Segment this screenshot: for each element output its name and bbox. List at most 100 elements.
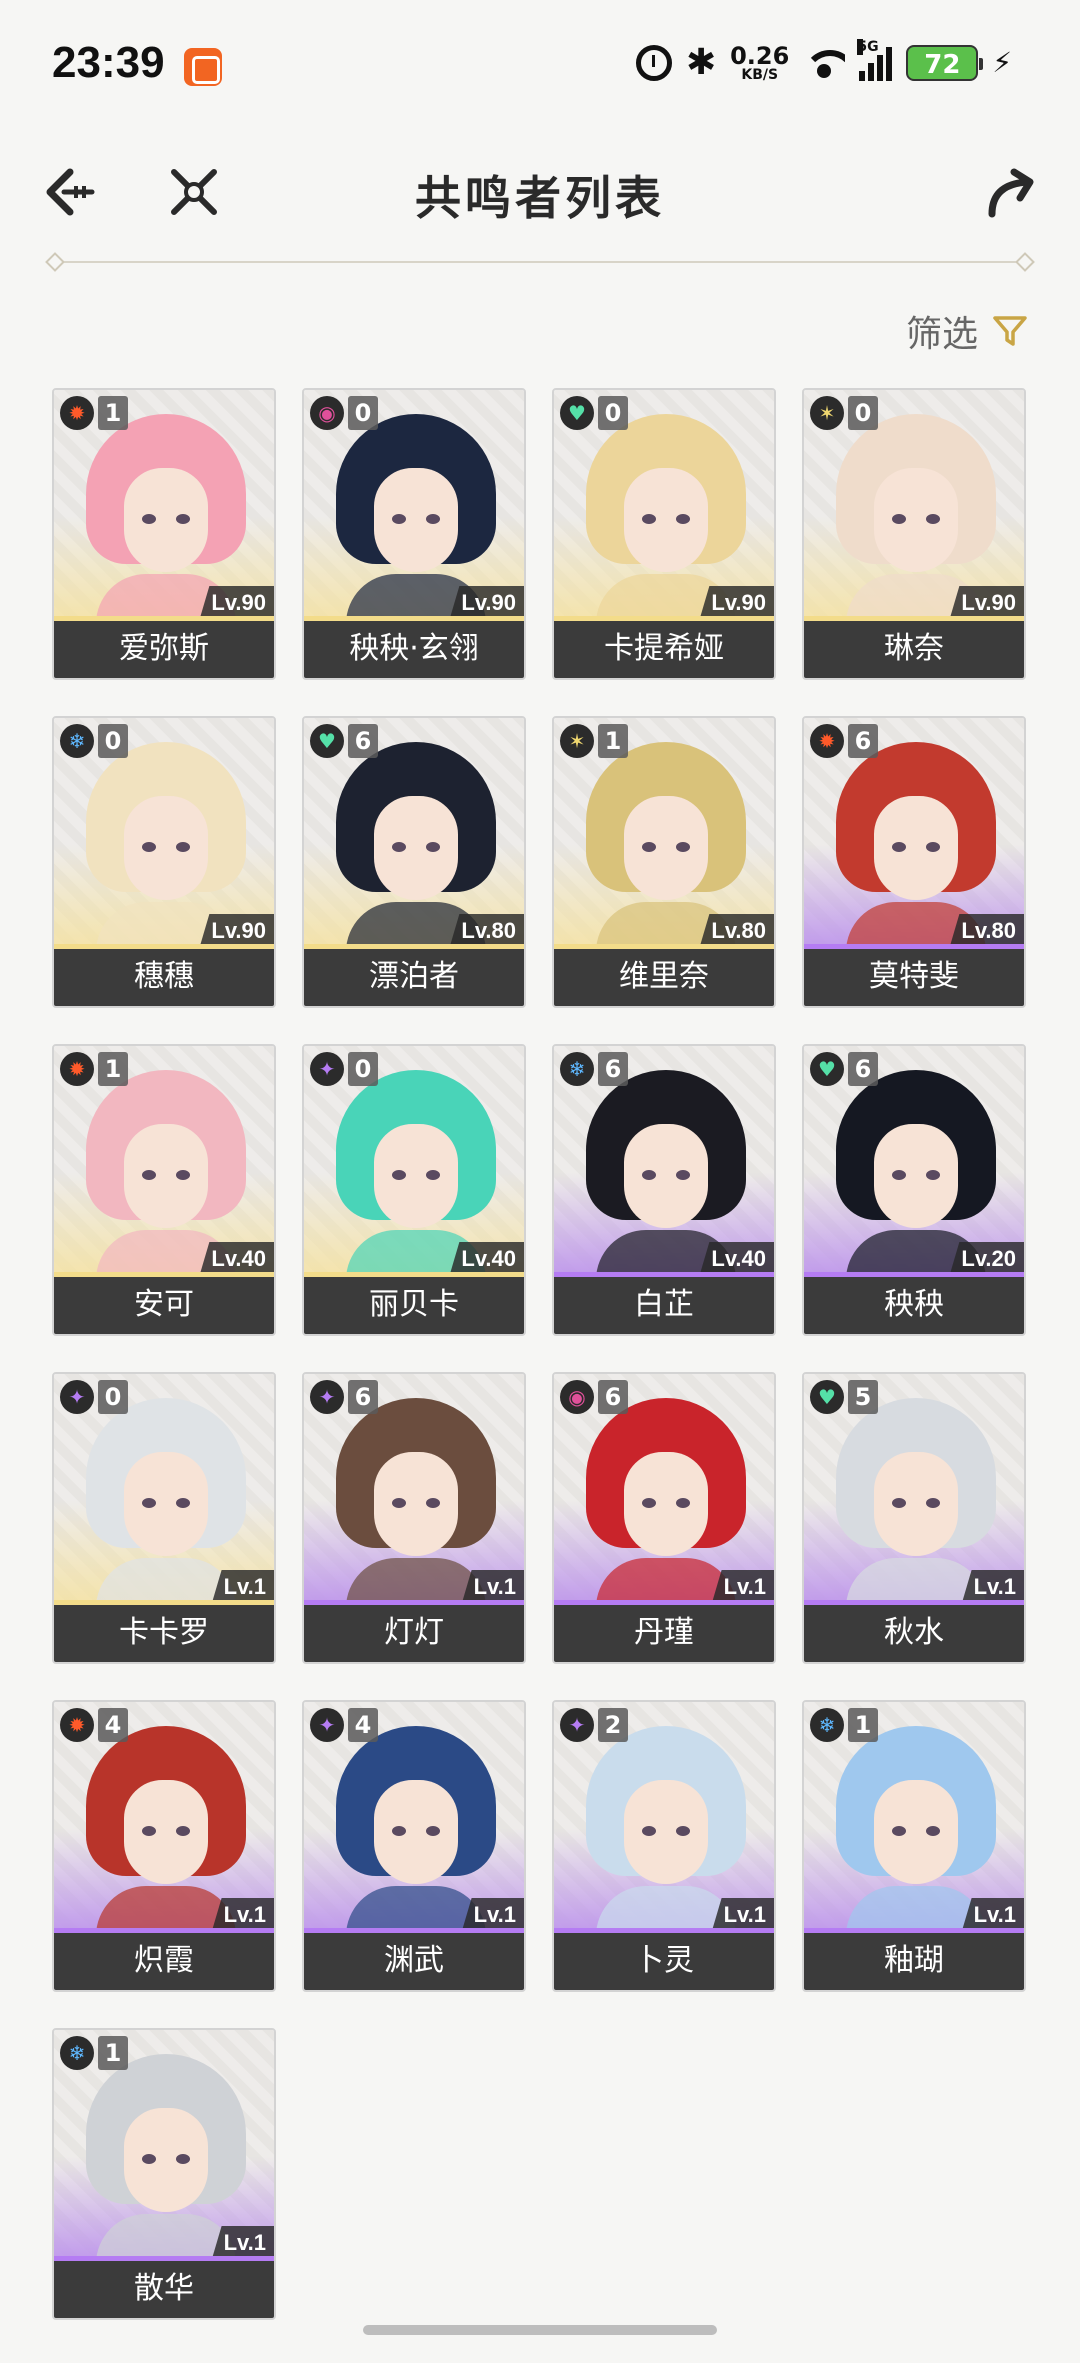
resonance-chain-badge: 1 xyxy=(98,1052,128,1086)
character-card[interactable]: ❄ 1 Lv.1 釉瑚 xyxy=(802,1700,1026,1992)
avatar-eye xyxy=(676,842,690,852)
element-fusion-icon: ✹ xyxy=(810,724,844,758)
network-speed: 0.26 KB/S xyxy=(730,44,789,82)
character-avatar xyxy=(836,742,996,952)
resonance-chain-badge: 0 xyxy=(98,1380,128,1414)
character-card[interactable]: ❄ 0 Lv.90 穗穗 xyxy=(52,716,276,1008)
character-avatar xyxy=(586,1070,746,1280)
bluetooth-icon: ✱ xyxy=(685,42,717,83)
character-card[interactable]: ✹ 4 Lv.1 炽霞 xyxy=(52,1700,276,1992)
character-name: 卡卡罗 xyxy=(54,1600,274,1662)
avatar-eye xyxy=(676,1826,690,1836)
character-card[interactable]: ◉ 6 Lv.1 丹瑾 xyxy=(552,1372,776,1664)
character-avatar xyxy=(836,414,996,624)
level-tag: Lv.80 xyxy=(949,914,1024,948)
avatar-eye xyxy=(926,514,940,524)
status-bar: 23:39 ✱ 0.26 KB/S 5G 72 ⚡ xyxy=(0,0,1080,130)
character-portrait: ✹ 1 Lv.40 xyxy=(54,1046,274,1280)
character-name: 安可 xyxy=(54,1272,274,1334)
app-notification-icon xyxy=(184,48,222,86)
avatar-eye xyxy=(892,514,906,524)
character-portrait: ✹ 1 Lv.90 xyxy=(54,390,274,624)
avatar-face xyxy=(874,1452,958,1556)
element-havoc-icon: ◉ xyxy=(560,1380,594,1414)
character-card[interactable]: ◉ 0 Lv.90 秧秧·玄翎 xyxy=(302,388,526,680)
resonance-chain-badge: 1 xyxy=(848,1708,878,1742)
wifi-icon xyxy=(803,48,846,78)
header-divider xyxy=(54,261,1026,263)
character-avatar xyxy=(836,1726,996,1936)
status-icons: ✱ 0.26 KB/S 5G 72 ⚡ xyxy=(635,38,1012,83)
character-card[interactable]: ♥ 6 Lv.80 漂泊者 xyxy=(302,716,526,1008)
element-fusion-icon: ✹ xyxy=(60,1052,94,1086)
character-card[interactable]: ♥ 0 Lv.90 卡提希娅 xyxy=(552,388,776,680)
character-card[interactable]: ❄ 1 Lv.1 散华 xyxy=(52,2028,276,2320)
share-button[interactable] xyxy=(980,162,1040,222)
character-card[interactable]: ✹ 1 Lv.40 安可 xyxy=(52,1044,276,1336)
character-avatar xyxy=(86,1398,246,1608)
element-spectro-icon: ✶ xyxy=(810,396,844,430)
character-card[interactable]: ♥ 5 Lv.1 秋水 xyxy=(802,1372,1026,1664)
element-electro-icon: ✦ xyxy=(310,1380,344,1414)
character-portrait: ♥ 0 Lv.90 xyxy=(554,390,774,624)
character-name: 丹瑾 xyxy=(554,1600,774,1662)
character-card[interactable]: ✦ 0 Lv.40 丽贝卡 xyxy=(302,1044,526,1336)
filter-button[interactable]: 筛选 xyxy=(906,305,1028,357)
character-name: 穗穗 xyxy=(54,944,274,1006)
avatar-eye xyxy=(892,1826,906,1836)
element-electro-icon: ✦ xyxy=(310,1052,344,1086)
character-card[interactable]: ♥ 6 Lv.20 秧秧 xyxy=(802,1044,1026,1336)
level-tag: Lv.40 xyxy=(699,1242,774,1276)
share-arrow-icon xyxy=(988,168,1034,218)
resonance-chain-badge: 0 xyxy=(598,396,628,430)
level-tag: Lv.40 xyxy=(199,1242,274,1276)
character-card[interactable]: ✦ 2 Lv.1 卜灵 xyxy=(552,1700,776,1992)
character-card[interactable]: ✶ 1 Lv.80 维里奈 xyxy=(552,716,776,1008)
character-avatar xyxy=(336,1398,496,1608)
resonance-chain-badge: 6 xyxy=(598,1380,628,1414)
charging-icon: ⚡ xyxy=(992,46,1012,79)
level-tag: Lv.1 xyxy=(461,1898,524,1932)
avatar-face xyxy=(124,1780,208,1884)
avatar-eye xyxy=(642,1826,656,1836)
level-tag: Lv.90 xyxy=(199,914,274,948)
filter-label: 筛选 xyxy=(905,314,978,355)
avatar-face xyxy=(374,796,458,900)
element-electro-icon: ✦ xyxy=(560,1708,594,1742)
avatar-eye xyxy=(392,1826,406,1836)
avatar-eye xyxy=(142,514,156,524)
character-avatar xyxy=(86,742,246,952)
character-name: 散华 xyxy=(54,2256,274,2318)
avatar-eye xyxy=(642,1170,656,1180)
avatar-face xyxy=(874,468,958,572)
element-glacio-icon: ❄ xyxy=(560,1052,594,1086)
character-card[interactable]: ✶ 0 Lv.90 琳奈 xyxy=(802,388,1026,680)
character-card[interactable]: ✦ 0 Lv.1 卡卡罗 xyxy=(52,1372,276,1664)
signal-icon: 5G xyxy=(857,38,893,81)
character-name: 莫特斐 xyxy=(804,944,1024,1006)
element-glacio-icon: ❄ xyxy=(60,2036,94,2070)
character-card[interactable]: ✦ 4 Lv.1 渊武 xyxy=(302,1700,526,1992)
level-tag: Lv.1 xyxy=(711,1570,774,1604)
element-fusion-icon: ✹ xyxy=(60,396,94,430)
level-tag: Lv.1 xyxy=(711,1898,774,1932)
resonance-chain-badge: 1 xyxy=(98,396,128,430)
character-card[interactable]: ✹ 1 Lv.90 爱弥斯 xyxy=(52,388,276,680)
character-portrait: ❄ 1 Lv.1 xyxy=(54,2030,274,2264)
avatar-eye xyxy=(426,842,440,852)
character-card[interactable]: ✦ 6 Lv.1 灯灯 xyxy=(302,1372,526,1664)
resonance-chain-badge: 0 xyxy=(348,396,378,430)
character-name: 釉瑚 xyxy=(804,1928,1024,1990)
character-card[interactable]: ❄ 6 Lv.40 白芷 xyxy=(552,1044,776,1336)
avatar-eye xyxy=(142,1498,156,1508)
avatar-eye xyxy=(426,514,440,524)
element-spectro-icon: ✶ xyxy=(560,724,594,758)
character-card[interactable]: ✹ 6 Lv.80 莫特斐 xyxy=(802,716,1026,1008)
home-indicator[interactable] xyxy=(363,2325,717,2335)
avatar-eye xyxy=(926,1498,940,1508)
character-avatar xyxy=(86,2054,246,2264)
avatar-eye xyxy=(176,1498,190,1508)
character-portrait: ❄ 0 Lv.90 xyxy=(54,718,274,952)
avatar-eye xyxy=(892,1170,906,1180)
level-tag: Lv.90 xyxy=(449,586,524,620)
